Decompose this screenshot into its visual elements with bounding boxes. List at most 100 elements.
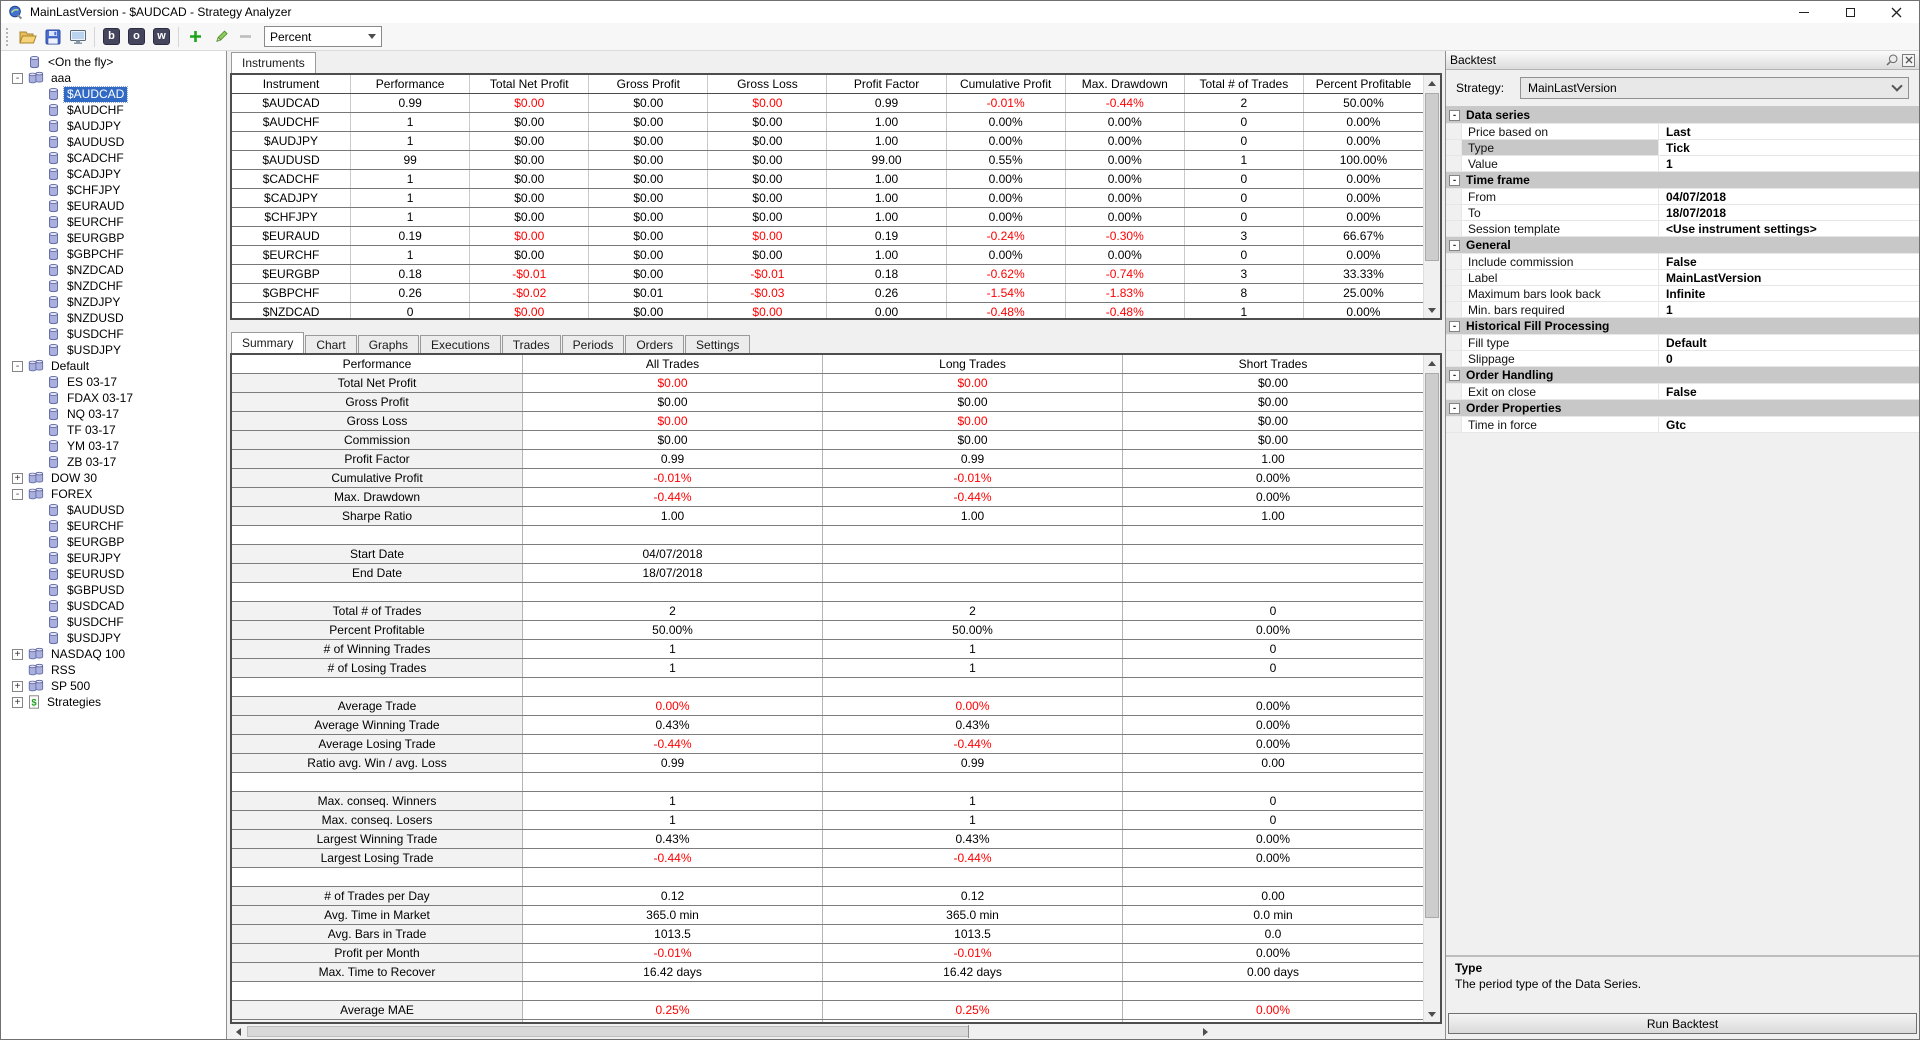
column-header[interactable]: Performance (232, 355, 523, 373)
category-row[interactable]: - General (1446, 237, 1919, 254)
tree-item[interactable]: $USDCHF (1, 614, 226, 630)
property-value[interactable]: Gtc (1659, 417, 1919, 432)
property-name[interactable]: Exit on close (1462, 384, 1659, 399)
tree-item[interactable]: $CADJPY (1, 166, 226, 182)
property-value[interactable]: Infinite (1659, 286, 1919, 301)
tree-item[interactable]: TF 03-17 (1, 422, 226, 438)
tab-executions[interactable]: Executions (420, 335, 501, 353)
tree-item[interactable]: $AUDJPY (1, 118, 226, 134)
tree-item[interactable]: $USDJPY (1, 342, 226, 358)
column-header[interactable]: Total Net Profit (470, 75, 590, 93)
scroll-thumb[interactable] (1425, 93, 1439, 261)
property-value[interactable]: Tick (1659, 140, 1919, 155)
tree-item[interactable]: <On the fly> (1, 54, 226, 70)
collapse-icon[interactable]: - (12, 360, 23, 372)
property-value[interactable]: 18/07/2018 (1659, 205, 1919, 220)
maximize-button[interactable] (1827, 1, 1873, 23)
column-header[interactable]: Short Trades (1123, 355, 1423, 373)
tree-item[interactable]: $NZDCHF (1, 278, 226, 294)
splitter[interactable] (230, 320, 1442, 331)
tree-item[interactable]: - aaa (1, 70, 226, 86)
tree-item[interactable]: $AUDCHF (1, 102, 226, 118)
add-button[interactable] (184, 25, 207, 48)
edit-button[interactable] (209, 25, 232, 48)
tree-item[interactable]: + SP 500 (1, 678, 226, 694)
tree-item[interactable]: $GBPUSD (1, 582, 226, 598)
tree-item[interactable]: $AUDCAD (1, 85, 226, 103)
tree-item[interactable]: $USDJPY (1, 630, 226, 646)
category-row[interactable]: - Historical Fill Processing (1446, 318, 1919, 335)
expand-icon[interactable]: + (12, 680, 23, 692)
column-header[interactable]: Max. Drawdown (1066, 75, 1185, 93)
property-name[interactable]: Label (1462, 270, 1659, 285)
property-value[interactable]: MainLastVersion (1659, 270, 1919, 285)
instrument-row[interactable]: $AUDCHF 1 $0.00 $0.00 $0.00 1.00 0.00% 0.00% 0 0.… (232, 113, 1423, 132)
property-name[interactable]: Min. bars required (1462, 302, 1659, 317)
property-value[interactable]: 04/07/2018 (1659, 189, 1919, 204)
column-header[interactable]: Gross Profit (589, 75, 709, 93)
tree-item[interactable]: $EURUSD (1, 566, 226, 582)
property-value[interactable]: Last (1659, 124, 1919, 139)
column-header[interactable]: Long Trades (823, 355, 1123, 373)
summary-scrollbar[interactable] (1423, 355, 1440, 1022)
tab-instruments[interactable]: Instruments (231, 52, 316, 73)
view-mode-select[interactable]: Percent (264, 26, 382, 47)
property-name[interactable]: Value (1462, 156, 1659, 171)
tree-item[interactable]: $EURGBP (1, 534, 226, 550)
workspace-b-button[interactable]: b (100, 25, 123, 48)
instrument-row[interactable]: $CADCHF 1 $0.00 $0.00 $0.00 1.00 0.00% 0.00% 0 0.… (232, 170, 1423, 189)
property-name[interactable]: To (1462, 205, 1659, 220)
tree-item[interactable]: ES 03-17 (1, 374, 226, 390)
property-value[interactable]: 1 (1659, 302, 1919, 317)
column-header[interactable]: Total # of Trades (1185, 75, 1304, 93)
column-header[interactable]: Performance (351, 75, 471, 93)
collapse-icon[interactable]: - (1449, 239, 1460, 251)
tree-item[interactable]: $NZDUSD (1, 310, 226, 326)
instrument-row[interactable]: $EURGBP 0.18 -$0.01 $0.00 -$0.01 0.18 -0.62% -0… (232, 265, 1423, 284)
workspace-o-button[interactable]: o (125, 25, 148, 48)
expand-icon[interactable]: + (12, 472, 23, 484)
pin-icon[interactable] (1885, 53, 1899, 67)
tree-item[interactable]: $CADCHF (1, 150, 226, 166)
tree-item[interactable]: $EURCHF (1, 214, 226, 230)
instruments-scrollbar[interactable] (1423, 75, 1440, 318)
scroll-up-button[interactable] (1424, 355, 1440, 371)
tab-chart[interactable]: Chart (305, 335, 357, 353)
collapse-icon[interactable]: - (1449, 174, 1460, 186)
category-row[interactable]: - Order Properties (1446, 400, 1919, 417)
instrument-row[interactable]: $AUDCAD 0.99 $0.00 $0.00 $0.00 0.99 -0.01% -0.4… (232, 94, 1423, 113)
save-button[interactable] (41, 25, 64, 48)
tree-item[interactable]: + DOW 30 (1, 470, 226, 486)
property-name[interactable]: Session template (1462, 221, 1659, 236)
tree-item[interactable]: + NASDAQ 100 (1, 646, 226, 662)
property-value[interactable]: 1 (1659, 156, 1919, 171)
property-name[interactable]: Type (1462, 140, 1659, 155)
instrument-row[interactable]: $CHFJPY 1 $0.00 $0.00 $0.00 1.00 0.00% 0.00% 0 0.… (232, 208, 1423, 227)
scroll-up-button[interactable] (1424, 75, 1440, 91)
minimize-button[interactable] (1781, 1, 1827, 23)
collapse-icon[interactable]: - (12, 72, 23, 84)
tree-item[interactable]: $GBPCHF (1, 246, 226, 262)
tree-item[interactable]: + $ Strategies (1, 694, 226, 710)
scroll-down-button[interactable] (1424, 1006, 1440, 1022)
property-name[interactable]: Time in force (1462, 417, 1659, 432)
toolbar-drag-handle[interactable] (6, 27, 10, 46)
tree-item[interactable]: $CHFJPY (1, 182, 226, 198)
property-name[interactable]: Fill type (1462, 335, 1659, 350)
tree-item[interactable]: $USDCAD (1, 598, 226, 614)
tree-item[interactable]: $AUDUSD (1, 134, 226, 150)
expand-icon[interactable]: + (12, 648, 23, 660)
tree-item[interactable]: $EURJPY (1, 550, 226, 566)
tree-item[interactable]: $EURAUD (1, 198, 226, 214)
instrument-row[interactable]: $EURAUD 0.19 $0.00 $0.00 $0.00 0.19 -0.24% -0.3… (232, 227, 1423, 246)
instrument-row[interactable]: $GBPCHF 0.26 -$0.02 $0.01 -$0.03 0.26 -1.54% -1… (232, 284, 1423, 303)
tree-item[interactable]: NQ 03-17 (1, 406, 226, 422)
tree-item[interactable]: $EURCHF (1, 518, 226, 534)
tree-item[interactable]: $EURGBP (1, 230, 226, 246)
tree-item[interactable]: - FOREX (1, 486, 226, 502)
category-row[interactable]: - Time frame (1446, 172, 1919, 189)
scroll-left-button[interactable] (230, 1025, 246, 1038)
column-header[interactable]: Gross Loss (708, 75, 828, 93)
column-header[interactable]: Profit Factor (827, 75, 947, 93)
property-name[interactable]: Include commission (1462, 254, 1659, 269)
